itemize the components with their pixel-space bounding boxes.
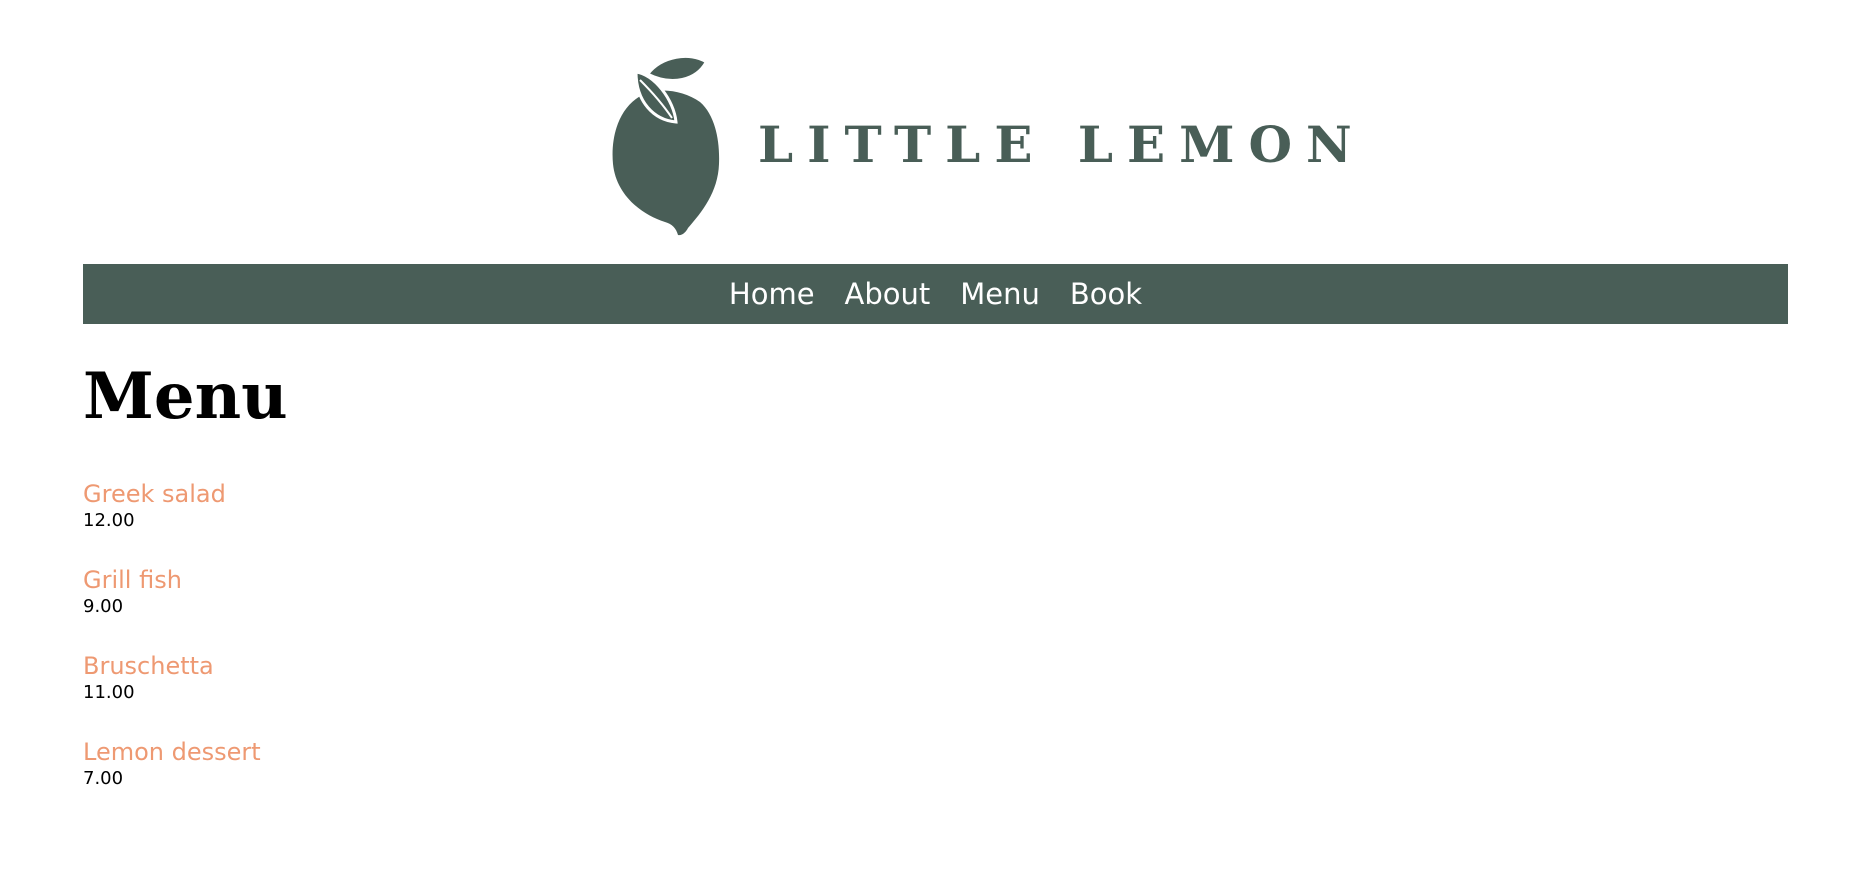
menu-item-name: Greek salad xyxy=(83,480,226,508)
menu-item: Lemon dessert 7.00 xyxy=(83,737,1788,823)
menu-item-price: 12.00 xyxy=(83,510,135,531)
lemon-icon xyxy=(612,55,720,236)
menu-item-name: Lemon dessert xyxy=(83,738,261,766)
nav-item-about: About xyxy=(845,277,931,311)
menu-item: Greek salad 12.00 xyxy=(83,479,1788,565)
menu-item-name: Bruschetta xyxy=(83,652,214,680)
menu-item-name: Grill fish xyxy=(83,566,182,594)
page-title: Menu xyxy=(83,359,288,434)
menu-item-price: 11.00 xyxy=(83,682,135,703)
nav-item-book: Book xyxy=(1070,277,1142,311)
menu-item: Grill fish 9.00 xyxy=(83,565,1788,651)
site-header: LITTLE LEMON xyxy=(0,0,1851,264)
nav-list: Home About Menu Book xyxy=(83,264,1788,324)
nav-link-home[interactable]: Home xyxy=(729,277,815,311)
nav-link-about[interactable]: About xyxy=(845,277,931,311)
logo-wordmark: LITTLE LEMON xyxy=(758,115,1366,174)
menu-list: Greek salad 12.00 Grill fish 9.00 Brusch… xyxy=(83,479,1788,823)
main-content: Menu Greek salad 12.00 Grill fish 9.00 B… xyxy=(83,365,1788,823)
nav-link-book[interactable]: Book xyxy=(1070,277,1142,311)
nav-link-menu[interactable]: Menu xyxy=(960,277,1040,311)
menu-item: Bruschetta 11.00 xyxy=(83,651,1788,737)
nav-item-home: Home xyxy=(729,277,815,311)
menu-item-price: 7.00 xyxy=(83,768,124,789)
nav-item-menu: Menu xyxy=(960,277,1040,311)
site-logo[interactable]: LITTLE LEMON xyxy=(610,52,1352,237)
menu-item-price: 9.00 xyxy=(83,596,124,617)
main-nav: Home About Menu Book xyxy=(83,264,1788,324)
